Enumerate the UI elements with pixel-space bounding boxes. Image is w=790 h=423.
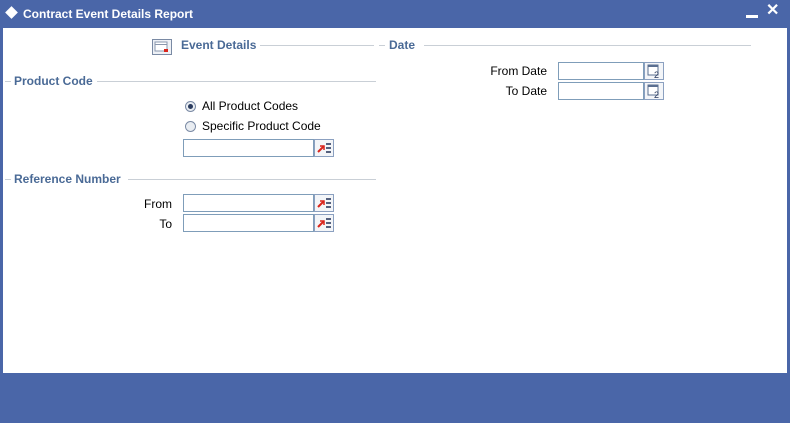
reference-number-rule-left: [5, 179, 11, 180]
to-date-input[interactable]: [558, 82, 644, 100]
reference-to-input[interactable]: [183, 214, 314, 232]
window-title: Contract Event Details Report: [23, 7, 194, 21]
close-icon[interactable]: ✕: [766, 2, 779, 20]
product-code-input[interactable]: [183, 139, 314, 157]
event-details-rule: [260, 45, 374, 46]
reference-number-rule: [128, 179, 376, 180]
svg-text:2: 2: [654, 90, 659, 99]
product-code-rule-left: [5, 81, 11, 82]
date-legend: Date: [389, 38, 416, 52]
to-date-label: To Date: [505, 84, 547, 98]
all-product-codes-label[interactable]: All Product Codes: [202, 99, 298, 113]
reference-from-input[interactable]: [183, 194, 314, 212]
specific-product-code-label[interactable]: Specific Product Code: [202, 119, 321, 133]
from-date-input[interactable]: [558, 62, 644, 80]
product-code-rule: [97, 81, 376, 82]
footer-bar: [0, 373, 790, 423]
radio-selected-dot: [188, 104, 193, 109]
calendar-icon[interactable]: 2: [644, 82, 664, 100]
svg-text:2: 2: [654, 70, 659, 79]
reference-number-legend: Reference Number: [14, 172, 121, 186]
date-rule-left: [379, 45, 385, 46]
list-of-values-icon[interactable]: [314, 139, 334, 157]
calendar-icon[interactable]: 2: [644, 62, 664, 80]
minimize-icon[interactable]: [746, 15, 758, 18]
date-rule: [424, 45, 751, 46]
diamond-icon: [5, 6, 18, 19]
event-details-legend: Event Details: [181, 38, 257, 52]
reference-from-label: From: [144, 197, 172, 211]
event-details-icon[interactable]: [152, 39, 172, 55]
list-of-values-icon[interactable]: [314, 214, 334, 232]
specific-product-code-radio[interactable]: [185, 121, 196, 132]
title-bar[interactable]: Contract Event Details Report ✕: [0, 0, 790, 28]
form-area: Event Details Date From Date 2 To Date 2: [3, 28, 787, 373]
product-code-legend: Product Code: [14, 74, 93, 88]
list-of-values-icon[interactable]: [314, 194, 334, 212]
report-window: Contract Event Details Report ✕ Event De…: [0, 0, 790, 423]
from-date-label: From Date: [490, 64, 547, 78]
reference-to-label: To: [159, 217, 172, 231]
all-product-codes-radio[interactable]: [185, 101, 196, 112]
